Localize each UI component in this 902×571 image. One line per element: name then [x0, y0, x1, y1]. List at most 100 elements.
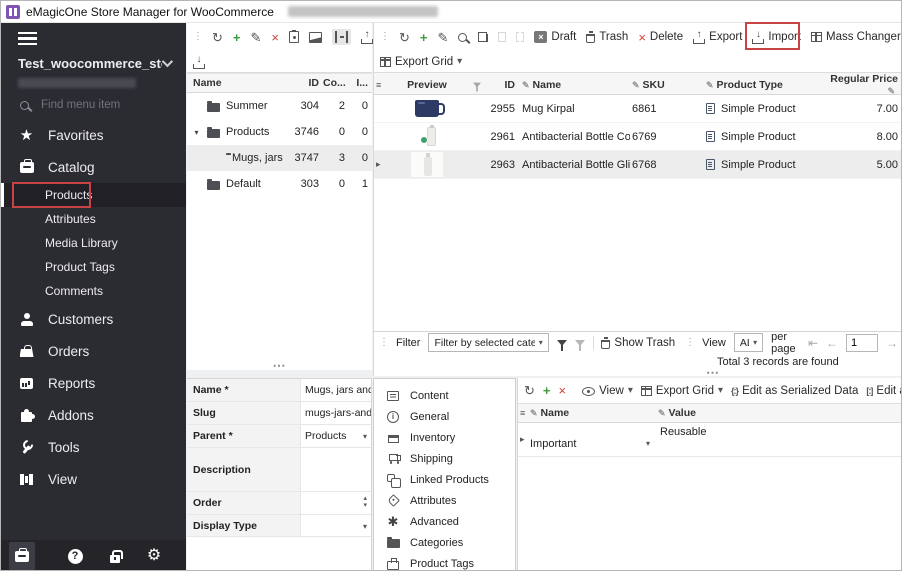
refresh-attributes-button[interactable]: ↻	[524, 384, 535, 397]
panel-resize-grip[interactable]: ⋯	[273, 362, 287, 370]
drag-handle[interactable]: ⋮	[380, 32, 389, 42]
product-row[interactable]: 2961 Antibacterial Bottle Copil 6769 Sim…	[374, 123, 902, 151]
mass-changer-button[interactable]: Mass Changer	[811, 31, 901, 43]
edit-serialized-button[interactable]: {:} Edit as Serialized Data	[731, 385, 858, 397]
parent-field-select[interactable]: Products▾	[301, 425, 371, 447]
name-field-value[interactable]: Mugs, jars and therm	[301, 379, 371, 401]
category-row-mugs[interactable]: Mugs, jars an 3747 3 0	[187, 145, 372, 171]
category-image-button[interactable]	[309, 32, 322, 43]
next-page-button[interactable]: →	[886, 336, 898, 350]
column-header-id[interactable]: ID	[283, 77, 323, 89]
prev-page-button[interactable]: ←	[826, 336, 838, 350]
sidebar-item-comments[interactable]: Comments	[1, 279, 186, 303]
export-categories-button[interactable]: ↑	[361, 30, 373, 44]
paste-button[interactable]	[498, 32, 506, 42]
sidebar-item-reports[interactable]: Reports	[1, 367, 186, 399]
apply-filter-icon[interactable]	[557, 340, 567, 346]
export-grid-button[interactable]: Export Grid ▾	[641, 385, 723, 397]
store-manager-button[interactable]	[9, 542, 35, 570]
add-category-button[interactable]: +	[233, 31, 241, 44]
sidebar-item-customers[interactable]: Customers	[1, 303, 186, 335]
delete-category-button[interactable]: ×	[271, 31, 279, 44]
add-attribute-button[interactable]: +	[543, 384, 551, 397]
per-page-select[interactable]: ALL ▾	[734, 333, 763, 352]
sidebar-item-addons[interactable]: Addons	[1, 399, 186, 431]
filter-sort-icon[interactable]	[473, 83, 481, 88]
column-header-preview[interactable]: Preview	[384, 79, 470, 91]
display-type-field-select[interactable]: ▾	[301, 515, 371, 536]
export-grid-button[interactable]: Export Grid ▾	[380, 56, 462, 68]
drag-handle[interactable]: ⋮	[379, 338, 388, 348]
expander-icon[interactable]: ▾	[192, 128, 201, 137]
tab-categories[interactable]: Categories	[374, 532, 515, 553]
category-filter-select[interactable]: Filter by selected category(ies) ▾	[428, 333, 548, 352]
slug-field-value[interactable]: mugs-jars-and-therm	[301, 402, 371, 424]
clear-filter-icon[interactable]	[575, 340, 585, 346]
sidebar-item-attributes[interactable]: Attributes	[1, 207, 186, 231]
refresh-categories-button[interactable]: ↻	[212, 31, 223, 44]
category-row-summer[interactable]: Summer 304 2 0	[187, 93, 372, 119]
help-button[interactable]: ?	[62, 542, 88, 570]
tab-inventory[interactable]: Inventory	[374, 427, 515, 448]
import-categories-button[interactable]: ↓	[193, 55, 205, 69]
category-row-products[interactable]: ▾Products 3746 0 0	[187, 119, 372, 145]
column-header-sku[interactable]: ✎SKU	[630, 79, 704, 91]
paste-special-button[interactable]	[516, 32, 524, 42]
sidebar-item-favorites[interactable]: ★ Favorites	[1, 119, 186, 151]
tab-content[interactable]: Content	[374, 385, 515, 406]
order-field-stepper[interactable]: ▴▾	[301, 492, 371, 514]
description-field-value[interactable]	[301, 448, 371, 491]
import-button[interactable]: ↓ Import	[752, 30, 801, 44]
drag-handle[interactable]: ⋮	[193, 32, 202, 42]
store-selector[interactable]: Test_woocommerce_store...	[1, 51, 186, 75]
refresh-products-button[interactable]: ↻	[399, 31, 410, 44]
search-products-button[interactable]	[458, 33, 467, 42]
copy-button[interactable]	[477, 32, 488, 42]
spinner-down-icon[interactable]: ▾	[363, 502, 367, 509]
column-header-name[interactable]: ✎Name	[520, 79, 630, 91]
sidebar-item-tools[interactable]: Tools	[1, 431, 186, 463]
tab-general[interactable]: iGeneral	[374, 406, 515, 427]
sidebar-item-media-library[interactable]: Media Library	[1, 231, 186, 255]
drag-handle[interactable]: ⋮	[685, 338, 694, 348]
export-button[interactable]: ↑ Export	[693, 30, 742, 44]
tab-attributes[interactable]: Attributes	[374, 490, 515, 511]
column-header-extra[interactable]: I...	[349, 77, 372, 89]
column-header-count[interactable]: Co...	[323, 77, 349, 89]
delete-button[interactable]: × Delete	[638, 31, 683, 44]
tab-linked-products[interactable]: Linked Products	[374, 469, 515, 490]
menu-toggle-button[interactable]	[1, 23, 186, 51]
tab-shipping[interactable]: Shipping	[374, 448, 515, 469]
edit-json-button[interactable]: [:] Edit as JSON Data	[866, 385, 902, 397]
show-trash-button[interactable]: Show Trash	[601, 337, 675, 349]
column-header-type[interactable]: ✎Product Type	[704, 79, 818, 91]
category-row-default[interactable]: Default 303 0 1	[187, 171, 372, 197]
expander-icon[interactable]: ▸	[518, 434, 530, 445]
settings-button[interactable]: ⚙	[141, 542, 167, 570]
split-view-button[interactable]	[332, 29, 351, 45]
column-header-value[interactable]: ✎Value	[658, 407, 902, 419]
add-product-button[interactable]: +	[420, 31, 428, 44]
preview-category-button[interactable]	[289, 31, 299, 43]
menu-search-input[interactable]	[41, 99, 151, 111]
view-button[interactable]: View ▾	[582, 385, 633, 397]
trash-button[interactable]: Trash	[586, 31, 628, 43]
tab-product-tags[interactable]: Product Tags	[374, 553, 515, 571]
sidebar-item-view[interactable]: View	[1, 463, 186, 495]
lock-button[interactable]	[102, 542, 128, 570]
tab-advanced[interactable]: ✱Advanced	[374, 511, 515, 532]
column-header-id[interactable]: ID	[484, 79, 520, 91]
spinner-up-icon[interactable]: ▴	[363, 495, 367, 502]
sidebar-item-orders[interactable]: Orders	[1, 335, 186, 367]
column-header-name[interactable]: ✎Name	[530, 407, 658, 419]
first-page-button[interactable]: ⇤	[808, 336, 818, 350]
column-header-price[interactable]: Regular Price ✎	[818, 73, 902, 97]
chevron-down-icon[interactable]: ▾	[646, 439, 658, 448]
draft-button[interactable]: × Draft	[534, 31, 576, 43]
edit-category-button[interactable]: ✎	[251, 31, 262, 44]
product-row-selected[interactable]: ▸ 2963 Antibacterial Bottle Gliter 6768 …	[374, 151, 902, 179]
edit-product-button[interactable]: ✎	[438, 31, 449, 44]
delete-attribute-button[interactable]: ×	[559, 384, 567, 397]
attribute-row[interactable]: ▸ Important ▾ Reusable	[518, 423, 902, 457]
sidebar-item-product-tags[interactable]: Product Tags	[1, 255, 186, 279]
